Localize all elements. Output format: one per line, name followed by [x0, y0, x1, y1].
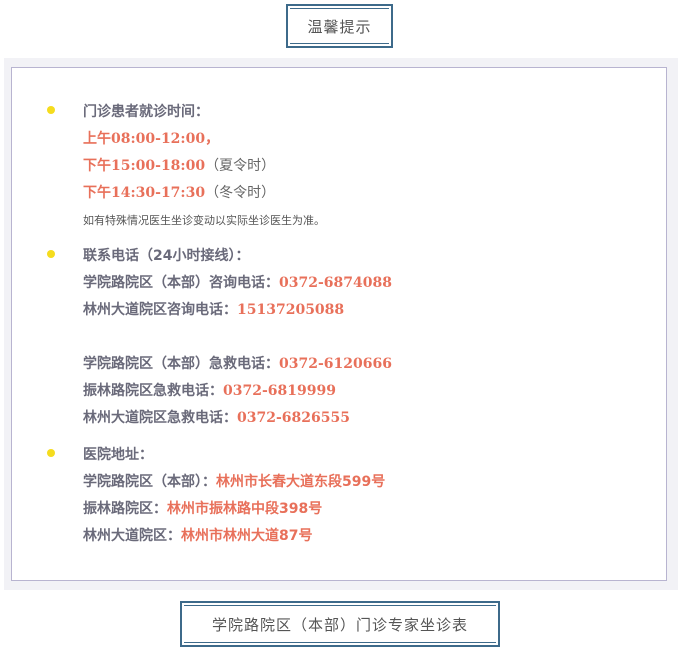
address-row: 学院路院区（本部）：林州市长春大道东段599号 — [83, 474, 386, 490]
phone-emergency-row: 振林路院区急救电话：0372-6819999 — [83, 383, 336, 399]
hours-heading: 门诊患者就诊时间： — [83, 104, 209, 120]
hours-notice: 如有特殊情况医生坐诊变动以实际坐诊医生为准。 — [83, 214, 325, 227]
address-row: 林州大道院区：林州市林州大道87号 — [83, 528, 313, 544]
hours-summer: 下午15:00-18:00（夏令时） — [83, 158, 276, 174]
address-heading: 医院地址： — [83, 447, 153, 463]
hours-morning: 上午08:00-12:00， — [83, 131, 220, 147]
phone-emergency-row: 林州大道院区急救电话：0372-6826555 — [83, 410, 350, 426]
phone-consult-row: 林州大道院区咨询电话：15137205088 — [83, 302, 345, 318]
address-row: 振林路院区：林州市振林路中段398号 — [83, 501, 323, 517]
phone-emergency-row: 学院路院区（本部）急救电话：0372-6120666 — [83, 356, 392, 372]
phones-heading: 联系电话（24小时接线）： — [83, 248, 250, 264]
address-bullet-icon — [47, 449, 55, 457]
hours-bullet-icon — [47, 106, 55, 114]
phone-consult-row: 学院路院区（本部）咨询电话：0372-6874088 — [83, 275, 392, 291]
schedule-title: 学院路院区（本部）门诊专家坐诊表 — [211, 615, 468, 634]
notice-title: 温馨提示 — [307, 17, 372, 36]
hours-winter: 下午14:30-17:30（冬令时） — [83, 185, 276, 201]
phones-bullet-icon — [47, 250, 55, 258]
notice-title-box: 温馨提示 — [286, 4, 393, 48]
schedule-title-box: 学院路院区（本部）门诊专家坐诊表 — [180, 601, 500, 647]
